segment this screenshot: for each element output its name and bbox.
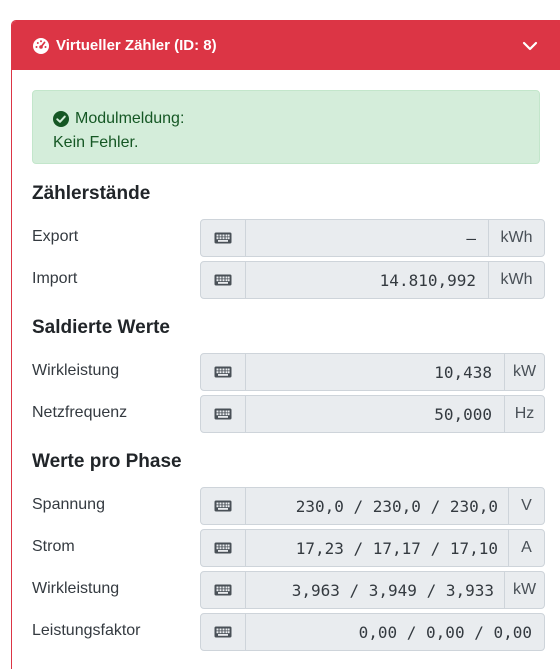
- row-label: Import: [32, 270, 78, 287]
- row-current: Strom 17,23 / 17,17 / 17,10 A: [32, 529, 552, 567]
- frequency-value: 50,000: [434, 404, 492, 424]
- import-input-group: 14.810,992 kWh: [200, 261, 545, 299]
- phase-power-unit: kW: [504, 572, 544, 608]
- frequency-input-group: 50,000 Hz: [200, 395, 545, 433]
- keyboard-icon: [201, 614, 246, 650]
- power-value: 10,438: [434, 362, 492, 382]
- row-label: Wirkleistung: [32, 362, 120, 379]
- voltage-value: 230,0 / 230,0 / 230,0: [295, 496, 498, 516]
- check-circle-icon: [53, 111, 69, 127]
- keyboard-icon: [201, 220, 246, 256]
- row-label: Wirkleistung: [32, 580, 120, 597]
- current-input-group: 17,23 / 17,17 / 17,10 A: [200, 529, 545, 567]
- export-input-group: – kWh: [200, 219, 545, 257]
- alert-heading: Modulmeldung:: [75, 110, 185, 127]
- row-label: Netzfrequenz: [32, 404, 128, 421]
- row-export: Export – kWh: [32, 219, 552, 257]
- chevron-down-icon[interactable]: [521, 37, 539, 55]
- current-value: 17,23 / 17,17 / 17,10: [295, 538, 498, 558]
- keyboard-icon: [201, 488, 246, 524]
- current-unit: A: [508, 530, 544, 566]
- row-label: Leistungsfaktor: [32, 622, 141, 639]
- keyboard-icon: [201, 572, 246, 608]
- alert-message: Kein Fehler.: [53, 134, 139, 151]
- power-factor-input-group: 0,00 / 0,00 / 0,00: [200, 613, 545, 651]
- voltage-input-group: 230,0 / 230,0 / 230,0 V: [200, 487, 545, 525]
- keyboard-icon: [201, 354, 246, 390]
- module-status-alert: Modulmeldung: Kein Fehler.: [32, 90, 540, 164]
- phase-power-value: 3,963 / 3,949 / 3,933: [291, 580, 494, 600]
- row-power-factor: Leistungsfaktor 0,00 / 0,00 / 0,00: [32, 613, 552, 651]
- row-label: Spannung: [32, 496, 105, 513]
- power-factor-value: 0,00 / 0,00 / 0,00: [358, 622, 532, 642]
- keyboard-icon: [201, 262, 246, 298]
- tachometer-icon: [32, 37, 50, 55]
- row-frequency: Netzfrequenz 50,000 Hz: [32, 395, 552, 433]
- voltage-unit: V: [508, 488, 544, 524]
- row-import: Import 14.810,992 kWh: [32, 261, 552, 299]
- card-title: Virtueller Zähler (ID: 8): [56, 37, 217, 54]
- import-unit: kWh: [488, 262, 544, 298]
- keyboard-icon: [201, 396, 246, 432]
- section-title-balanced: Saldierte Werte: [32, 317, 170, 338]
- card-header[interactable]: Virtueller Zähler (ID: 8): [12, 21, 560, 70]
- phase-power-input-group: 3,963 / 3,949 / 3,933 kW: [200, 571, 545, 609]
- row-label: Strom: [32, 538, 75, 555]
- export-value: –: [466, 228, 476, 248]
- section-title-meters: Zählerstände: [32, 183, 151, 204]
- row-label: Export: [32, 228, 79, 245]
- import-value: 14.810,992: [379, 270, 476, 290]
- row-power: Wirkleistung 10,438 kW: [32, 353, 552, 391]
- export-unit: kWh: [488, 220, 544, 256]
- power-unit: kW: [504, 354, 544, 390]
- keyboard-icon: [201, 530, 246, 566]
- virtual-meter-card: Virtueller Zähler (ID: 8) Modulmeldung: …: [11, 20, 560, 669]
- frequency-unit: Hz: [504, 396, 544, 432]
- row-voltage: Spannung 230,0 / 230,0 / 230,0 V: [32, 487, 552, 525]
- section-title-phase: Werte pro Phase: [32, 451, 182, 472]
- power-input-group: 10,438 kW: [200, 353, 545, 391]
- row-phase-power: Wirkleistung 3,963 / 3,949 / 3,933 kW: [32, 571, 552, 609]
